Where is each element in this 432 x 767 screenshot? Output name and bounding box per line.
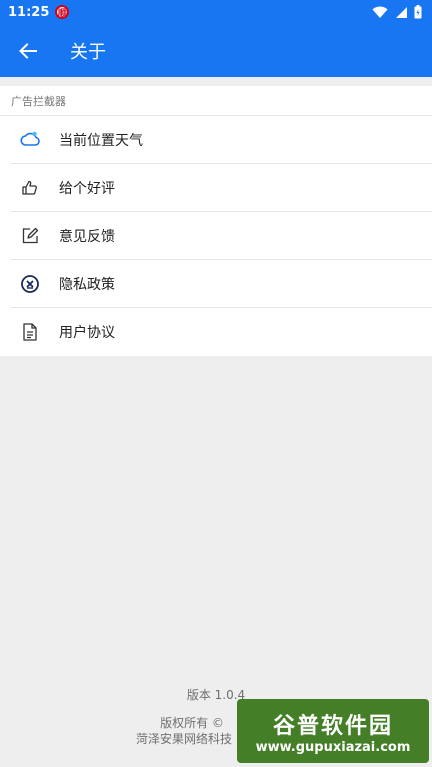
notification-badge: 顺 <box>55 5 70 19</box>
back-button[interactable] <box>14 37 42 65</box>
menu-item-weather[interactable]: 当前位置天气 <box>11 116 432 164</box>
menu-item-privacy[interactable]: 隐私政策 <box>11 260 432 308</box>
privacy-icon <box>19 273 41 295</box>
menu-label: 隐私政策 <box>59 276 115 293</box>
weather-cloud-icon <box>19 129 41 151</box>
settings-list: 广告拦截器 当前位置天气 给个好评 意见反馈 隐私政策 用户协议 <box>0 86 432 356</box>
menu-item-agreement[interactable]: 用户协议 <box>11 308 432 356</box>
menu-item-feedback[interactable]: 意见反馈 <box>11 212 432 260</box>
app-bar: 关于 <box>0 24 432 77</box>
watermark-title: 谷普软件园 <box>272 713 393 739</box>
watermark-url: www.gupuxiazai.com <box>255 739 411 755</box>
menu-item-rate[interactable]: 给个好评 <box>11 164 432 212</box>
thumbs-up-icon <box>19 177 41 199</box>
status-bar: 11:25 顺 <box>0 0 432 24</box>
wifi-icon <box>372 6 388 18</box>
menu-label: 意见反馈 <box>59 228 115 245</box>
watermark: 谷普软件园 www.gupuxiazai.com <box>237 699 429 763</box>
section-header: 广告拦截器 <box>0 86 432 116</box>
battery-icon <box>414 5 422 19</box>
status-time: 11:25 <box>8 4 50 20</box>
page-title: 关于 <box>70 41 106 63</box>
menu-label: 当前位置天气 <box>59 132 143 149</box>
menu-label: 给个好评 <box>59 180 115 197</box>
edit-feedback-icon <box>19 225 41 247</box>
arrow-left-icon <box>19 42 37 59</box>
menu-label: 用户协议 <box>59 325 115 341</box>
signal-icon <box>396 6 407 18</box>
document-icon <box>19 321 41 343</box>
